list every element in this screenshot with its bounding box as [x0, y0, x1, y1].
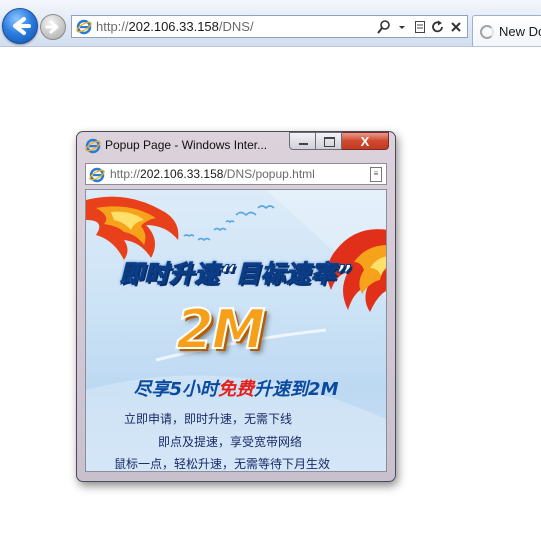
ad-sub-pre: 尽享5小时 [133, 379, 219, 400]
popup-window: Popup Page - Windows Inter... X http://2… [76, 131, 396, 482]
url-path: /DNS/popup.html [223, 167, 315, 181]
ie-logo-icon [89, 167, 105, 183]
url-host: 202.106.33.158 [128, 19, 219, 34]
minimize-icon [299, 143, 308, 145]
popup-titlebar[interactable]: Popup Page - Windows Inter... X [77, 132, 395, 160]
url-scheme: http:// [110, 167, 141, 181]
back-button[interactable] [2, 8, 38, 44]
address-tools [377, 18, 463, 36]
ie-logo-icon [85, 138, 101, 154]
birds-icon [183, 205, 275, 242]
search-icon[interactable] [377, 19, 391, 35]
popup-address-bar[interactable]: http://202.106.33.158/DNS/popup.html ≡ [85, 163, 387, 185]
browser-toolbar: http://202.106.33.158/DNS/ New Do [0, 0, 541, 47]
ad-line-3: 鼠标一点，轻松升速，无需等待下月生效 [114, 457, 331, 471]
dropdown-icon[interactable] [395, 19, 409, 35]
ad-sub-free: 免费 [218, 379, 255, 400]
address-url[interactable]: http://202.106.33.158/DNS/ [96, 19, 254, 34]
compat-view-icon[interactable] [413, 19, 427, 35]
stop-icon[interactable] [449, 19, 463, 35]
back-arrow-icon [13, 17, 31, 35]
maximize-icon [324, 137, 335, 147]
close-icon: X [360, 134, 370, 149]
tab-new-document[interactable]: New Do [472, 15, 541, 46]
loading-spinner-icon [480, 25, 494, 39]
compat-view-icon[interactable]: ≡ [370, 167, 382, 182]
ie-logo-icon [76, 19, 92, 35]
ad-banner[interactable]: 即时升速“目标速率” 2M 尽享5小时免费升速到2M 立即申请，即时升速，无需下… [85, 189, 387, 472]
ad-speed: 2M [175, 297, 266, 362]
address-bar[interactable]: http://202.106.33.158/DNS/ [71, 15, 468, 38]
tab-label: New Do [499, 24, 541, 39]
maximize-button[interactable] [316, 132, 342, 150]
ad-line-2: 即点及提速，享受宽带网络 [158, 435, 303, 449]
flame-left-icon [86, 196, 179, 260]
minimize-button[interactable] [289, 132, 316, 150]
popup-address-url[interactable]: http://202.106.33.158/DNS/popup.html [110, 167, 315, 181]
url-host: 202.106.33.158 [140, 167, 224, 181]
close-button[interactable]: X [342, 132, 389, 150]
forward-arrow-icon [45, 20, 59, 34]
window-controls: X [289, 132, 389, 150]
url-scheme: http:// [96, 19, 129, 34]
forward-button[interactable] [40, 14, 66, 40]
ad-sub-post: 升速到2M [254, 379, 339, 400]
refresh-icon[interactable] [431, 19, 445, 35]
ad-line-1: 立即申请，即时升速，无需下线 [124, 412, 293, 426]
ad-headline: 即时升速“目标速率” [119, 260, 353, 289]
popup-title: Popup Page - Windows Inter... [105, 138, 268, 152]
ad-subheadline: 尽享5小时免费升速到2M [86, 375, 386, 401]
url-path: /DNS/ [218, 19, 254, 34]
